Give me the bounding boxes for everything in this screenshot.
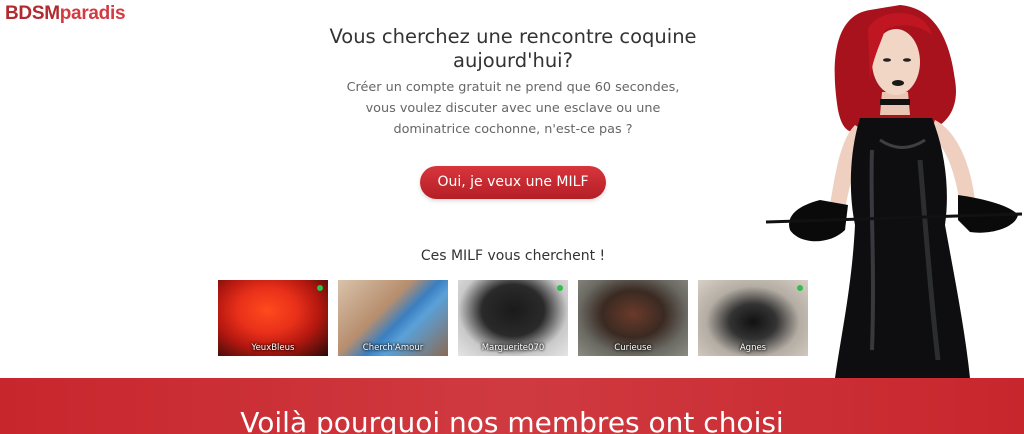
profile-card[interactable]: Marguerite070 xyxy=(458,280,568,356)
hero-subtext: Créer un compte gratuit ne prend que 60 … xyxy=(346,80,680,137)
profile-card[interactable]: Cherch'Amour xyxy=(338,280,448,356)
profile-card[interactable]: Curieuse xyxy=(578,280,688,356)
logo-part-bdsm: BDSM xyxy=(5,3,60,24)
online-dot-icon xyxy=(317,285,323,291)
site-logo[interactable]: BDSMparadis xyxy=(5,3,126,25)
profiles-title: Ces MILF vous cherchent ! xyxy=(420,248,606,264)
profile-name: Marguerite070 xyxy=(481,343,545,353)
profile-cards: YeuxBleus Cherch'Amour Marguerite070 Cur… xyxy=(218,280,808,356)
logo-part-paradis: paradis xyxy=(59,3,126,24)
profile-name: Cherch'Amour xyxy=(362,343,424,353)
online-dot-icon xyxy=(557,285,563,291)
hero-model-image xyxy=(765,5,1023,378)
hero-headline: Vous cherchez une rencontre coquine aujo… xyxy=(329,25,697,72)
profile-name: Curieuse xyxy=(614,343,652,353)
features-banner: Voilà pourquoi nos membres ont choisi xyxy=(0,378,1024,434)
profile-card[interactable]: YeuxBleus xyxy=(218,280,328,356)
signup-cta-button[interactable]: Oui, je veux une MILF xyxy=(420,166,606,199)
profile-name: YeuxBleus xyxy=(251,343,295,353)
features-banner-title: Voilà pourquoi nos membres ont choisi xyxy=(240,406,784,434)
